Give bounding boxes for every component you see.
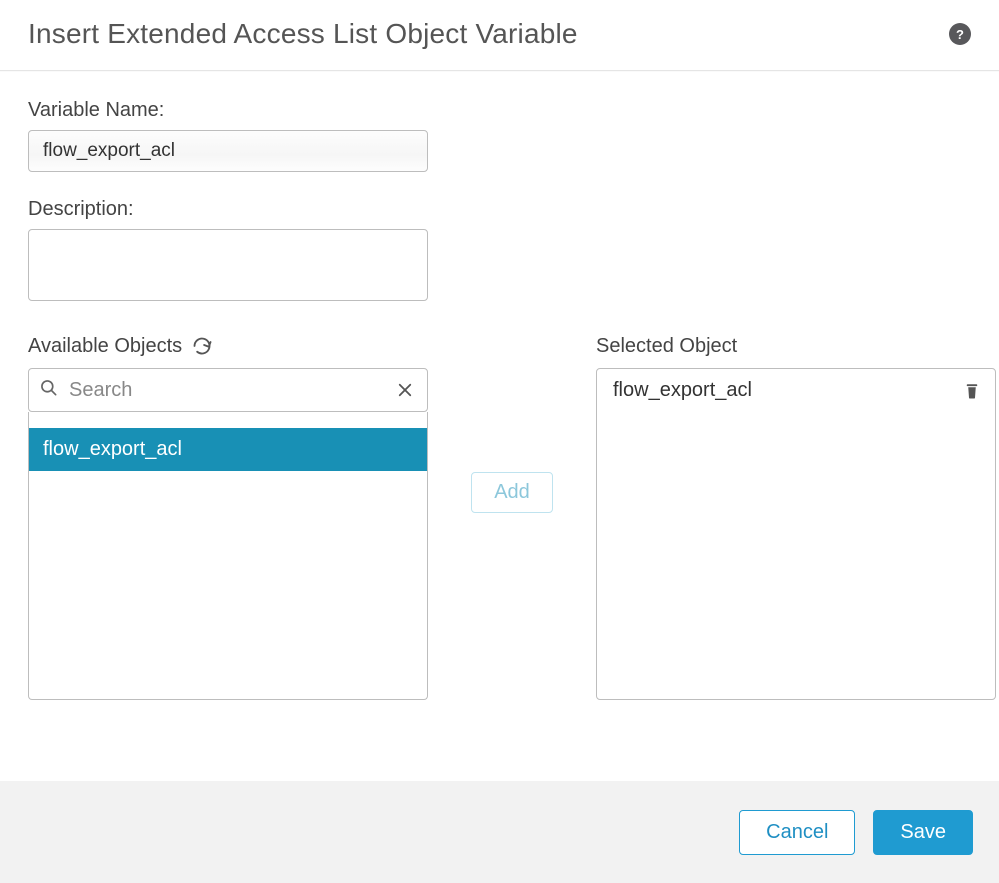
variable-name-section: Variable Name: [28,99,971,172]
available-object-item[interactable]: flow_export_acl [29,428,427,471]
available-objects-list[interactable]: flow_export_acl [28,412,428,700]
selected-object-list: flow_export_acl [596,368,996,700]
description-section: Description: [28,198,971,306]
available-objects-column: Available Objects [28,332,428,700]
available-search-box[interactable] [28,368,428,412]
cancel-button[interactable]: Cancel [739,810,855,855]
variable-name-input[interactable] [28,130,428,172]
list-spacer [29,412,427,428]
help-icon[interactable]: ? [949,23,971,45]
available-search-input[interactable] [67,378,383,403]
trash-icon[interactable] [963,381,981,401]
selected-object-header: Selected Object [596,332,996,360]
save-button[interactable]: Save [873,810,973,855]
dialog-footer: Cancel Save [0,781,999,883]
selected-object-label: Selected Object [596,335,737,358]
description-input[interactable] [28,229,428,301]
selected-object-column: Selected Object flow_export_acl [596,332,996,700]
available-objects-label: Available Objects [28,335,182,358]
search-icon [39,378,59,403]
variable-name-label: Variable Name: [28,99,971,122]
dialog-title: Insert Extended Access List Object Varia… [28,18,578,50]
dialog-root: Insert Extended Access List Object Varia… [0,0,999,883]
description-label: Description: [28,198,971,221]
titlebar: Insert Extended Access List Object Varia… [0,0,999,71]
transfer-column: Add [452,332,572,513]
available-objects-header: Available Objects [28,332,428,360]
add-button[interactable]: Add [471,472,553,513]
dialog-body: Variable Name: Description: Available Ob… [0,71,999,700]
selected-object-item: flow_export_acl [597,369,995,412]
clear-search-icon[interactable] [391,376,419,404]
selected-object-item-label: flow_export_acl [613,379,752,402]
object-columns: Available Objects [28,332,971,700]
refresh-icon[interactable] [192,336,212,356]
